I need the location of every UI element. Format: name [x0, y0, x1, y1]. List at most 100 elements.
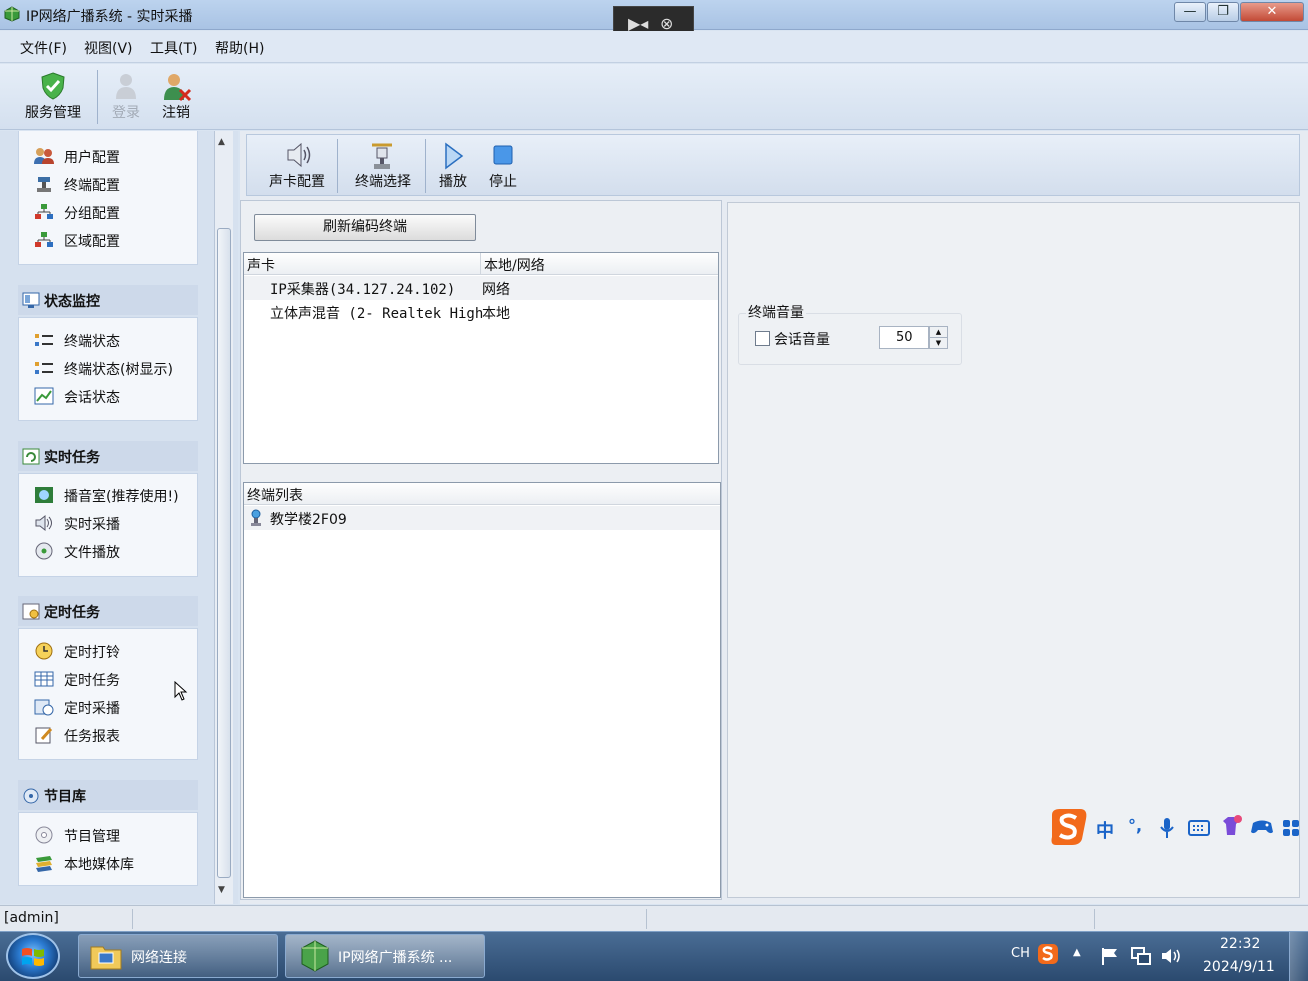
current-user: [admin] — [4, 910, 59, 926]
show-hidden-icons-icon[interactable]: ▲ — [1073, 947, 1081, 958]
close-button[interactable]: ✕ — [1240, 2, 1304, 22]
language-indicator[interactable]: CH — [1011, 946, 1030, 961]
menu-bar: 文件(F) 视图(V) 工具(T) 帮助(H) — [0, 31, 1308, 63]
terminal-volume-title: 终端音量 — [746, 302, 806, 322]
spin-down-icon[interactable]: ▼ — [930, 338, 947, 348]
user-logout-icon — [164, 74, 192, 102]
section-header-program-library[interactable]: 节目库 — [18, 780, 198, 810]
taskbar-item-ip-broadcast-system[interactable]: IP网络广播系统 ... — [285, 934, 485, 978]
status-divider — [646, 909, 647, 929]
main-toolbar: 服务管理 登录 注销 — [0, 64, 1308, 130]
scroll-down-icon[interactable]: ▼ — [218, 885, 225, 895]
ime-punctuation-icon[interactable]: °, — [1128, 816, 1142, 835]
session-chart-icon — [34, 387, 54, 405]
column-header-sound-card[interactable]: 声卡 — [247, 255, 275, 275]
sidebar: 用户配置 终端配置 分组配置 区域配置 状态监控 终端状态 终端状态(树显示) … — [0, 131, 238, 904]
toolbar-separator — [425, 139, 426, 193]
volume-panel — [727, 202, 1300, 898]
sound-card-config-button[interactable]: 声卡配置 — [257, 141, 337, 193]
terminal-icon — [37, 177, 51, 192]
spin-up-icon[interactable]: ▲ — [930, 327, 947, 338]
group-tree-icon — [35, 204, 53, 219]
stop-button[interactable]: 停止 — [481, 141, 525, 193]
report-edit-icon — [35, 727, 53, 744]
gamepad-icon[interactable] — [1250, 818, 1274, 836]
calendar-icon — [34, 699, 54, 716]
speaker-icon — [35, 514, 52, 532]
network-folder-icon — [90, 946, 122, 970]
toolbar-separator — [337, 139, 338, 193]
section-header-status-monitor[interactable]: 状态监控 — [18, 285, 198, 315]
volume-spinner[interactable]: ▲ ▼ — [929, 326, 948, 349]
ime-mode-chinese[interactable]: 中 — [1096, 817, 1114, 843]
clock-time[interactable]: 22:32 — [1220, 936, 1260, 952]
sidebar-scroll-thumb[interactable] — [217, 228, 231, 878]
scroll-up-icon[interactable]: ▲ — [218, 137, 225, 147]
user-login-icon — [116, 74, 136, 99]
status-divider — [1094, 909, 1095, 929]
show-desktop-button[interactable] — [1289, 932, 1308, 981]
table-row[interactable]: IP采集器(34.127.24.102) 网络 — [244, 276, 718, 300]
clock-date[interactable]: 2024/9/11 — [1203, 959, 1275, 975]
play-button[interactable]: 播放 — [431, 141, 475, 193]
windows-logo-icon — [22, 948, 44, 966]
terminal-icon — [251, 509, 261, 526]
terminal-select-button[interactable]: 终端选择 — [343, 141, 423, 193]
app-icon — [301, 940, 329, 972]
network-tray-icon[interactable] — [1130, 946, 1152, 966]
menu-view[interactable]: 视图(V) — [84, 38, 133, 58]
status-bar: [admin] — [0, 905, 1308, 931]
broadcast-room-icon — [35, 487, 53, 503]
sogou-tray-icon[interactable] — [1037, 943, 1059, 965]
session-volume-checkbox[interactable] — [755, 331, 770, 346]
mouse-cursor-icon — [174, 681, 188, 701]
section-header-realtime-tasks[interactable]: 实时任务 — [18, 441, 198, 471]
disc-icon — [35, 542, 53, 560]
status-divider — [132, 909, 133, 929]
shield-check-icon — [41, 72, 65, 100]
taskbar-item-network-connections[interactable]: 网络连接 — [78, 934, 278, 978]
microphone-icon[interactable] — [1160, 817, 1174, 839]
stop-icon — [493, 145, 513, 165]
column-header-local-network[interactable]: 本地/网络 — [484, 255, 545, 275]
column-divider — [480, 253, 481, 275]
play-icon — [445, 142, 464, 170]
terminal-list[interactable]: 终端列表 教学楼2F09 — [243, 482, 721, 898]
table-row[interactable]: 立体声混音 (2- Realtek High 本地 — [244, 300, 718, 324]
refresh-encoder-terminals-button[interactable]: 刷新编码终端 — [254, 214, 476, 241]
area-tree-icon — [35, 232, 53, 247]
sogou-logo-icon — [1051, 809, 1087, 845]
list-icon — [35, 362, 53, 374]
speaker-icon — [287, 142, 311, 168]
volume-tray-icon[interactable] — [1160, 946, 1184, 966]
sound-card-list-header: 声卡 本地/网络 — [244, 253, 718, 275]
logout-button[interactable]: 注销 — [154, 68, 198, 126]
library-icon — [23, 788, 39, 804]
menu-help[interactable]: 帮助(H) — [215, 38, 264, 58]
action-center-flag-icon[interactable] — [1100, 946, 1120, 966]
clock-icon — [35, 642, 53, 660]
ime-toolbar[interactable]: 中 °, — [1048, 807, 1308, 847]
restore-button[interactable]: ❐ — [1207, 2, 1239, 22]
sound-card-list[interactable]: 声卡 本地/网络 IP采集器(34.127.24.102) 网络 立体声混音 (… — [243, 252, 719, 464]
session-volume-input[interactable]: 50 — [879, 326, 929, 349]
menu-file[interactable]: 文件(F) — [20, 38, 67, 58]
table-grid-icon — [34, 671, 54, 687]
session-volume-label[interactable]: 会话音量 — [774, 329, 830, 349]
window-title: IP网络广播系统 - 实时采播 — [26, 9, 193, 25]
start-button[interactable] — [6, 933, 60, 979]
table-row[interactable]: 教学楼2F09 — [244, 506, 720, 530]
section-header-scheduled-tasks[interactable]: 定时任务 — [18, 596, 198, 626]
minimize-button[interactable]: — — [1174, 2, 1206, 22]
refresh-task-icon — [22, 448, 40, 465]
toolbox-grid-icon[interactable] — [1282, 819, 1300, 837]
toolbar-separator — [97, 70, 98, 124]
login-button[interactable]: 登录 — [104, 68, 148, 126]
menu-tools[interactable]: 工具(T) — [150, 38, 197, 58]
skin-shirt-icon[interactable] — [1219, 815, 1243, 837]
keyboard-icon[interactable] — [1188, 820, 1210, 836]
list-icon — [35, 334, 53, 346]
service-management-button[interactable]: 服务管理 — [18, 68, 88, 126]
users-icon — [34, 148, 54, 164]
column-header-terminal-list[interactable]: 终端列表 — [247, 485, 303, 505]
